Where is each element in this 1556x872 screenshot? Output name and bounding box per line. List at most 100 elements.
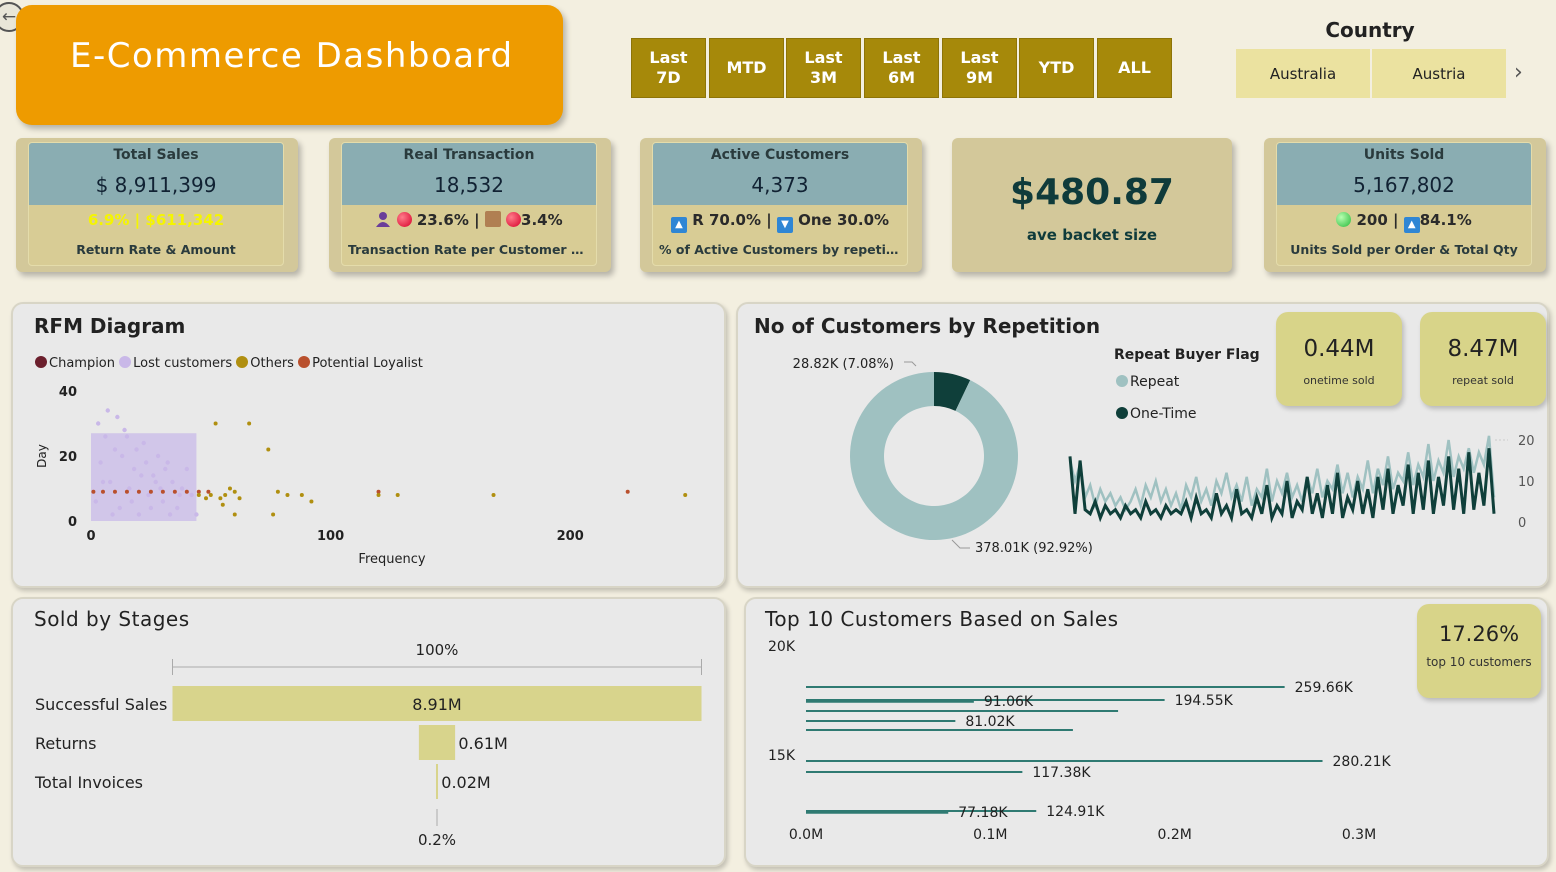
bar-value-label: 91.06K	[984, 694, 1034, 710]
scatter-point	[148, 489, 153, 494]
return-rate: 6.9%	[87, 211, 130, 229]
units-per-order: 200 | ▲ 84.1%	[1277, 211, 1531, 233]
period-button-all[interactable]: ALL	[1097, 38, 1172, 98]
kpi-title: Real Transaction	[403, 147, 535, 163]
x-tick-label: 100	[317, 529, 344, 544]
period-button-last-9m[interactable]: Last 9M	[942, 38, 1017, 98]
scatter-point	[100, 489, 105, 494]
y-tick-label: 0	[68, 515, 77, 530]
scatter-point	[115, 414, 120, 420]
kpi-subtitle: Return Rate & Amount	[76, 242, 236, 257]
up-triangle-icon: ▲	[670, 217, 687, 233]
scatter-point	[139, 473, 144, 478]
slice-label: 28.82K (7.08%)	[793, 357, 894, 372]
country-item-austria[interactable]: Austria	[1372, 49, 1506, 98]
y-tick-label: 20	[59, 450, 77, 465]
x-tick-label: 200	[557, 529, 584, 544]
scatter-point	[194, 512, 199, 517]
bar-value-label: 259.66K	[1295, 680, 1354, 696]
period-button-mtd[interactable]: MTD	[709, 38, 784, 98]
units-percent: 84.1%	[1419, 211, 1472, 229]
repeat-sold-label: repeat sold	[1452, 374, 1514, 387]
stage-label: Total Invoices	[34, 773, 143, 792]
scatter-point	[184, 466, 190, 472]
country-item-australia[interactable]: Australia	[1236, 49, 1370, 98]
scatter-point	[271, 512, 276, 517]
bar-value-label: 280.21K	[1333, 754, 1392, 770]
x-tick-label: 0	[86, 529, 95, 544]
period-button-last-6m[interactable]: Last 6M	[864, 38, 939, 98]
scatter-point	[175, 505, 180, 511]
period-button-last-3m[interactable]: Last 3M	[786, 38, 861, 98]
scatter-point	[148, 505, 154, 511]
period-button-ytd[interactable]: YTD	[1019, 38, 1094, 98]
scatter-point	[100, 479, 106, 485]
scatter-point	[196, 493, 201, 497]
scatter-point	[93, 499, 98, 504]
stage-value-label: 0.61M	[458, 734, 507, 753]
scatter-point	[309, 499, 314, 504]
scatter-point	[122, 427, 127, 433]
y-axis-label: Day	[35, 444, 49, 468]
scatter-point	[227, 486, 232, 491]
scatter-point	[105, 408, 110, 413]
scatter-point	[206, 489, 211, 494]
scatter-point	[683, 493, 688, 497]
x-tick-label: 0.1M	[973, 827, 1007, 843]
red-circle-icon	[396, 212, 412, 227]
scatter-point	[213, 421, 218, 426]
scatter-point	[134, 447, 139, 452]
x-tick-label: 0.0M	[789, 827, 823, 843]
chevron-right-icon[interactable]: ›	[1514, 60, 1523, 85]
units-per-order-value: 200 |	[1356, 211, 1399, 229]
stages-funnel-chart: 100% Successful Sales 8.91M Returns 0.61M Tot…	[34, 641, 702, 849]
basket-label: ave backet size	[1026, 226, 1158, 244]
scatter-point	[124, 489, 129, 494]
period-button-last-7d[interactable]: Last 7D	[631, 38, 706, 98]
scatter-point	[299, 493, 304, 497]
scatter-point	[110, 512, 115, 517]
stage-label: Successful Sales	[35, 695, 167, 714]
bar-value-label: 81.02K	[965, 714, 1015, 730]
scatter-point	[103, 434, 108, 439]
scatter-point	[232, 489, 237, 494]
funnel-bar	[418, 725, 456, 760]
y-tick-label: 10	[1518, 475, 1535, 490]
kpi-value: $ 8,911,399	[95, 173, 217, 197]
scatter-point	[136, 512, 142, 517]
scatter-point	[141, 440, 146, 446]
scatter-point	[107, 479, 113, 485]
scatter-point	[112, 489, 117, 494]
red-circle-icon	[506, 212, 522, 227]
x-tick-label: 0.3M	[1342, 827, 1376, 843]
scatter-point	[285, 493, 290, 497]
rfm-panel: RFM Diagram Champion Lost customers Othe…	[11, 302, 726, 588]
package-icon	[484, 211, 501, 227]
repeat-sold-card: 8.47M repeat sold	[1420, 312, 1546, 406]
transaction-rate-1: 23.6% |	[416, 211, 480, 229]
scatter-point	[95, 421, 101, 426]
basket-value: $480.87	[1010, 172, 1174, 213]
scatter-point	[170, 479, 175, 485]
kpi-subtitle: % of Active Customers by repetition	[659, 242, 907, 257]
one-time-percent: One 30.0%	[798, 211, 890, 229]
repeat-sold-value: 8.47M	[1447, 336, 1519, 362]
lost-customers-cluster	[91, 433, 197, 521]
top10-share-card: 17.26% top 10 customers	[1417, 604, 1541, 698]
scatter-point	[395, 493, 400, 497]
active-customer-split: ▲ R 70.0% | ▼ One 30.0%	[653, 211, 907, 233]
scatter-point	[184, 489, 189, 494]
kpi-value: 4,373	[751, 173, 809, 197]
scatter-point	[625, 489, 630, 494]
donut-slice	[850, 372, 1018, 540]
scatter-point	[266, 447, 271, 452]
scatter-point	[131, 466, 137, 472]
scatter-point	[153, 479, 158, 485]
scatter-point	[177, 492, 182, 498]
kpi-total-sales: Total Sales $ 8,911,399 6.9% | $611,342 …	[16, 138, 298, 272]
scatter-point	[136, 489, 141, 494]
bar-value-label: 117.38K	[1032, 765, 1091, 781]
scatter-point	[98, 460, 103, 465]
kpi-units-sold: Units Sold 5,167,802 200 | ▲ 84.1% Units …	[1264, 138, 1546, 272]
onetime-sold-card: 0.44M onetime sold	[1276, 312, 1402, 406]
